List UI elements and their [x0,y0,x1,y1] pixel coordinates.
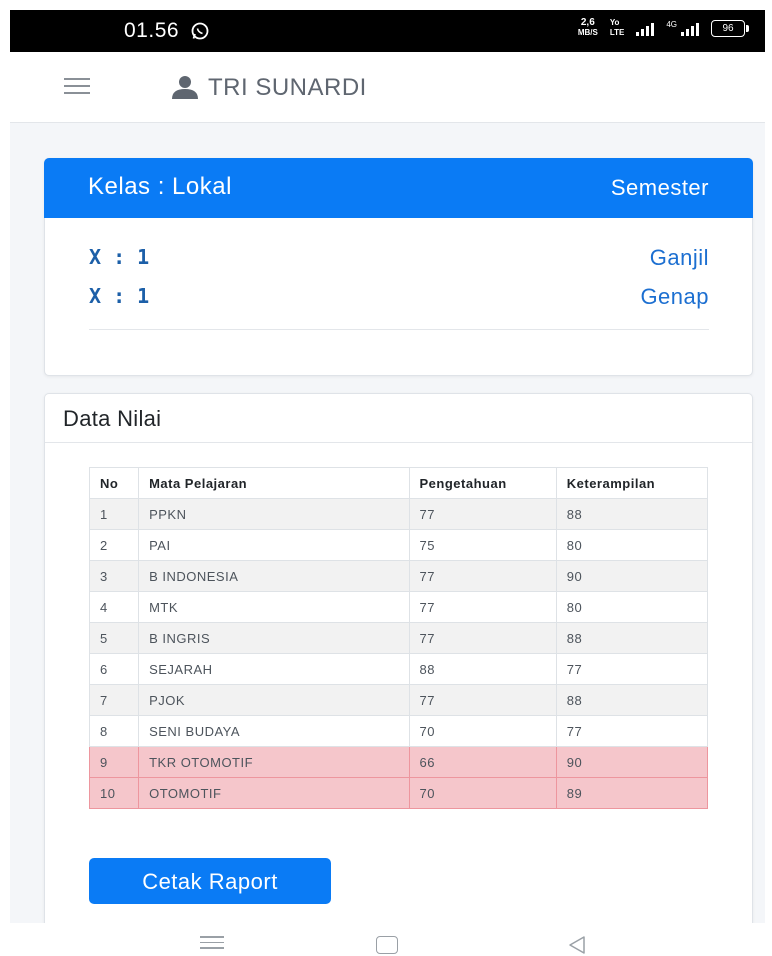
table-row: 2 PAI 75 80 [88,529,709,561]
cell-mapel: B INGRIS [138,622,410,654]
column-header-no: No [88,467,140,499]
speed-value: 2,6 [580,17,595,28]
status-time: 01.56 [124,19,180,42]
semester-ganjil-link[interactable]: Ganjil [650,245,709,271]
cell-pengetahuan: 70 [408,715,557,747]
whatsapp-icon [191,22,209,40]
cell-no: 5 [88,622,140,654]
table-row: 6 SEJARAH 88 77 [88,653,709,685]
cell-mapel: PJOK [138,684,410,716]
semester-header: Semester [610,175,709,200]
kelas-card: Kelas : Lokal Semester X : 1 Ganjil X : … [44,158,753,376]
system-nav-bar [0,923,772,956]
volte-indicator: Yo LTE [610,18,625,38]
user-icon [172,76,198,99]
cell-mapel: OTOMOTIF [138,777,410,809]
cell-no: 10 [88,777,140,809]
volte-top: Yo [609,18,620,27]
table-row-highlighted: 10 OTOMOTIF 70 89 [88,777,709,809]
status-bar: 01.56 2,6 MB/S Yo LTE 4G 96 [10,10,765,52]
kelas-row: X : 1 Genap [89,284,709,314]
battery-icon: 96 [711,19,749,37]
volte-bottom: LTE [609,28,625,37]
cell-keterampilan: 77 [555,653,709,685]
kelas-title: Kelas : Lokal [88,173,232,200]
speed-unit: MB/S [577,28,598,37]
kelas-value: X : 1 [89,245,150,269]
cell-keterampilan: 77 [555,715,709,747]
app-header: TRI SUNARDI [10,52,765,123]
table-row: 4 MTK 77 80 [88,591,709,623]
cell-keterampilan: 80 [555,591,709,623]
table-row: 1 PPKN 77 88 [88,498,709,530]
network-speed: 2,6 MB/S [578,18,598,38]
cell-keterampilan: 88 [555,622,709,654]
semester-genap-link[interactable]: Genap [640,284,709,310]
column-header-mapel: Mata Pelajaran [138,467,410,499]
column-header-keterampilan: Keterampilan [555,467,709,499]
kelas-value: X : 1 [89,284,150,308]
table-row: 5 B INGRIS 77 88 [88,622,709,654]
cell-pengetahuan: 77 [408,498,557,530]
divider [45,442,752,443]
column-header-pengetahuan: Pengetahuan [408,467,557,499]
cell-mapel: SENI BUDAYA [138,715,410,747]
hamburger-menu-icon[interactable] [64,78,90,96]
table-row: 3 B INDONESIA 77 90 [88,560,709,592]
cell-mapel: PAI [138,529,410,561]
kelas-card-header: Kelas : Lokal Semester [44,158,753,218]
cell-keterampilan: 90 [555,746,709,778]
cell-no: 6 [88,653,140,685]
network-type: 4G [666,20,677,29]
cell-keterampilan: 89 [555,777,709,809]
cell-no: 3 [88,560,140,592]
cell-keterampilan: 88 [555,684,709,716]
cell-keterampilan: 90 [555,560,709,592]
cell-mapel: MTK [138,591,410,623]
cetak-raport-button[interactable]: Cetak Raport [89,858,331,904]
cell-no: 8 [88,715,140,747]
cell-no: 1 [88,498,140,530]
cell-pengetahuan: 77 [408,622,557,654]
cell-no: 7 [88,684,140,716]
cell-mapel: TKR OTOMOTIF [138,746,410,778]
cell-pengetahuan: 77 [408,591,557,623]
data-nilai-title: Data Nilai [63,406,162,431]
user-name[interactable]: TRI SUNARDI [208,74,367,102]
home-icon[interactable] [376,936,398,954]
cell-keterampilan: 80 [555,529,709,561]
cell-pengetahuan: 75 [408,529,557,561]
recent-apps-icon[interactable] [200,936,224,950]
cell-mapel: SEJARAH [138,653,410,685]
cell-no: 2 [88,529,140,561]
divider [89,329,709,330]
table-row: 8 SENI BUDAYA 70 77 [88,715,709,747]
signal-1-icon [636,20,655,36]
table-row-highlighted: 9 TKR OTOMOTIF 66 90 [88,746,709,778]
cell-no: 9 [88,746,140,778]
back-icon[interactable] [566,934,588,956]
signal-2-icon: 4G [666,20,699,36]
cell-pengetahuan: 77 [408,684,557,716]
cell-no: 4 [88,591,140,623]
cell-pengetahuan: 88 [408,653,557,685]
kelas-row: X : 1 Ganjil [89,245,709,275]
grades-table: No Mata Pelajaran Pengetahuan Keterampil… [88,467,709,809]
cell-pengetahuan: 70 [408,777,557,809]
data-nilai-card: Data Nilai No Mata Pelajaran Pengetahuan… [44,393,753,924]
cell-keterampilan: 88 [555,498,709,530]
table-row: 7 PJOK 77 88 [88,684,709,716]
table-header-row: No Mata Pelajaran Pengetahuan Keterampil… [88,467,709,499]
cell-pengetahuan: 77 [408,560,557,592]
cell-mapel: B INDONESIA [138,560,410,592]
battery-level: 96 [722,22,734,34]
cell-pengetahuan: 66 [408,746,557,778]
cell-mapel: PPKN [138,498,410,530]
